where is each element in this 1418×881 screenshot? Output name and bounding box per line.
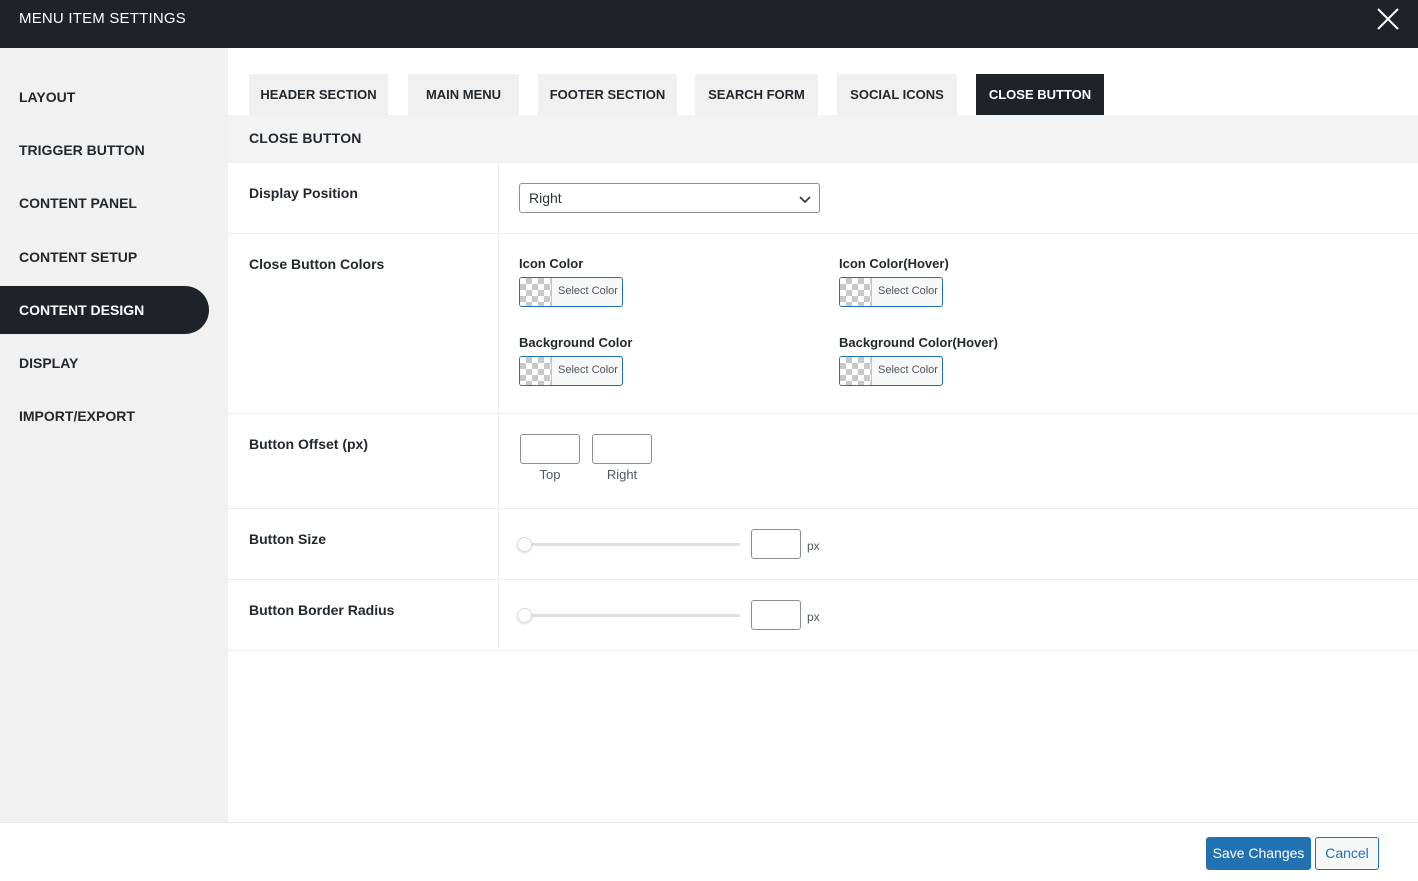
display-position-label: Display Position bbox=[249, 185, 358, 201]
section-title: CLOSE BUTTON bbox=[249, 130, 362, 146]
display-position-row: Display Position Right bbox=[228, 163, 1418, 234]
footer-bar: Save Changes Cancel bbox=[0, 822, 1418, 881]
title-bar: MENU ITEM SETTINGS bbox=[0, 0, 1418, 48]
button-offset-row: Button Offset (px) Top Right bbox=[228, 414, 1418, 509]
display-position-value: Right bbox=[529, 190, 562, 206]
sidebar-item-display[interactable]: DISPLAY bbox=[0, 339, 209, 387]
save-changes-button[interactable]: Save Changes bbox=[1206, 837, 1311, 870]
background-color-hover-picker[interactable]: Select Color bbox=[839, 356, 943, 386]
section-header: CLOSE BUTTON bbox=[228, 115, 1418, 163]
icon-color-hover-label: Icon Color(Hover) bbox=[839, 256, 949, 271]
select-color-text: Select Color bbox=[558, 285, 618, 297]
transparent-swatch bbox=[520, 278, 552, 306]
close-button-colors-row: Close Button Colors Icon Color Select Co… bbox=[228, 234, 1418, 414]
tab-main-menu[interactable]: MAIN MENU bbox=[408, 74, 519, 116]
cancel-button[interactable]: Cancel bbox=[1315, 837, 1379, 870]
transparent-swatch bbox=[840, 278, 872, 306]
tab-close-button[interactable]: CLOSE BUTTON bbox=[976, 74, 1104, 116]
icon-color-picker[interactable]: Select Color bbox=[519, 277, 623, 307]
close-icon[interactable] bbox=[1376, 7, 1400, 31]
sidebar-item-content-design[interactable]: CONTENT DESIGN bbox=[0, 286, 209, 334]
sidebar-item-trigger-button[interactable]: TRIGGER BUTTON bbox=[0, 126, 209, 174]
sidebar-item-import-export[interactable]: IMPORT/EXPORT bbox=[0, 392, 209, 440]
slider-track bbox=[520, 543, 740, 546]
offset-top-label: Top bbox=[539, 467, 561, 482]
button-size-input[interactable] bbox=[751, 529, 801, 559]
button-size-unit: px bbox=[807, 539, 820, 553]
close-button-colors-label: Close Button Colors bbox=[249, 256, 385, 272]
offset-top-input[interactable] bbox=[520, 434, 580, 464]
button-size-row: Button Size px bbox=[228, 509, 1418, 580]
row-divider bbox=[498, 234, 499, 413]
sidebar-item-layout[interactable]: LAYOUT bbox=[0, 73, 209, 121]
slider-thumb[interactable] bbox=[517, 537, 532, 552]
slider-track bbox=[520, 614, 740, 617]
sidebar-item-content-panel[interactable]: CONTENT PANEL bbox=[0, 179, 209, 227]
row-divider bbox=[498, 414, 499, 508]
button-border-radius-unit: px bbox=[807, 610, 820, 624]
tab-social-icons[interactable]: SOCIAL ICONS bbox=[837, 74, 957, 116]
transparent-swatch bbox=[520, 357, 552, 385]
main-panel: HEADER SECTION MAIN MENU FOOTER SECTION … bbox=[228, 48, 1418, 822]
row-divider bbox=[498, 509, 499, 579]
tab-bar: HEADER SECTION MAIN MENU FOOTER SECTION … bbox=[228, 48, 1418, 116]
display-position-select[interactable]: Right bbox=[519, 183, 820, 213]
icon-color-label: Icon Color bbox=[519, 256, 584, 271]
button-size-slider[interactable] bbox=[517, 537, 740, 553]
button-offset-label: Button Offset (px) bbox=[249, 436, 368, 452]
button-border-radius-slider[interactable] bbox=[517, 608, 740, 624]
chevron-down-icon bbox=[799, 196, 811, 204]
window-title: MENU ITEM SETTINGS bbox=[19, 10, 186, 27]
transparent-swatch bbox=[840, 357, 872, 385]
offset-right-input[interactable] bbox=[592, 434, 652, 464]
background-color-picker[interactable]: Select Color bbox=[519, 356, 623, 386]
select-color-text: Select Color bbox=[878, 364, 938, 376]
background-color-hover-label: Background Color(Hover) bbox=[839, 335, 998, 350]
background-color-group: Background Color Select Color bbox=[519, 335, 632, 386]
icon-color-group: Icon Color Select Color bbox=[519, 256, 623, 307]
tab-footer-section[interactable]: FOOTER SECTION bbox=[538, 74, 677, 116]
select-color-text: Select Color bbox=[558, 364, 618, 376]
button-border-radius-row: Button Border Radius px bbox=[228, 580, 1418, 651]
select-color-text: Select Color bbox=[878, 285, 938, 297]
button-border-radius-label: Button Border Radius bbox=[249, 602, 395, 618]
row-divider bbox=[498, 580, 499, 650]
sidebar: LAYOUT TRIGGER BUTTON CONTENT PANEL CONT… bbox=[0, 48, 228, 822]
tab-header-section[interactable]: HEADER SECTION bbox=[249, 74, 388, 116]
button-size-label: Button Size bbox=[249, 531, 326, 547]
button-border-radius-input[interactable] bbox=[751, 600, 801, 630]
background-color-label: Background Color bbox=[519, 335, 633, 350]
icon-color-hover-picker[interactable]: Select Color bbox=[839, 277, 943, 307]
offset-right-label: Right bbox=[606, 467, 638, 482]
slider-thumb[interactable] bbox=[517, 608, 532, 623]
background-color-hover-group: Background Color(Hover) Select Color bbox=[839, 335, 998, 386]
icon-color-hover-group: Icon Color(Hover) Select Color bbox=[839, 256, 949, 307]
row-divider bbox=[498, 163, 499, 233]
sidebar-item-content-setup[interactable]: CONTENT SETUP bbox=[0, 233, 209, 281]
tab-search-form[interactable]: SEARCH FORM bbox=[695, 74, 818, 116]
